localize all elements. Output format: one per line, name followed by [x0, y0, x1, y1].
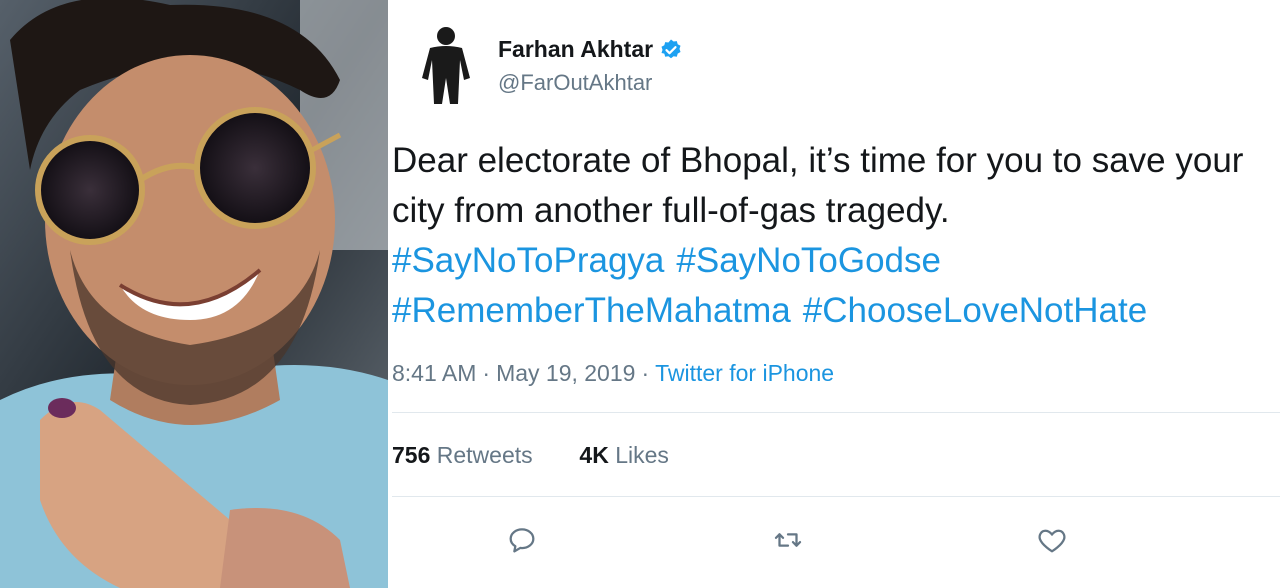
- tweet-date[interactable]: May 19, 2019: [496, 360, 635, 386]
- tweet-meta: 8:41 AM · May 19, 2019 · Twitter for iPhone: [392, 360, 835, 386]
- retweet-button[interactable]: [768, 520, 808, 560]
- heart-icon: [1038, 529, 1066, 553]
- tweet-stats: 756 Retweets 4K Likes: [392, 442, 669, 469]
- tweet-source-link[interactable]: Twitter for iPhone: [655, 360, 834, 386]
- person-photo-illustration: [0, 0, 388, 588]
- hashtag-link[interactable]: #RememberTheMahatma: [392, 291, 791, 330]
- author-name[interactable]: Farhan Akhtar: [498, 36, 653, 63]
- divider: [392, 496, 1280, 497]
- divider: [392, 412, 1280, 413]
- reply-button[interactable]: [502, 520, 542, 560]
- author-handle[interactable]: @FarOutAkhtar: [498, 70, 652, 96]
- author-avatar[interactable]: [400, 18, 492, 110]
- reply-icon: [509, 528, 535, 553]
- tweet-actions: [392, 520, 1280, 564]
- tweet-hashtags: #SayNoToPragya #SayNoToGodse #RememberThe…: [392, 236, 1280, 336]
- hashtag-link[interactable]: #ChooseLoveNotHate: [803, 291, 1147, 330]
- retweets-stat[interactable]: 756 Retweets: [392, 442, 533, 468]
- likes-label: Likes: [615, 442, 669, 468]
- tweet-text-line: Dear electorate of Bhopal, it’s time for…: [392, 141, 1244, 180]
- like-button[interactable]: [1032, 520, 1072, 560]
- likes-count: 4K: [579, 442, 609, 468]
- tweet-text-line: city from another full-of-gas tragedy.: [392, 191, 950, 230]
- tweet-text: Dear electorate of Bhopal, it’s time for…: [392, 136, 1280, 236]
- likes-stat[interactable]: 4K Likes: [579, 442, 669, 468]
- hashtag-link[interactable]: #SayNoToGodse: [676, 241, 941, 280]
- retweet-icon: [774, 533, 802, 547]
- tweet-card: Farhan Akhtar @FarOutAkhtar Dear elector…: [392, 0, 1280, 588]
- profile-photo: [0, 0, 388, 588]
- retweets-label: Retweets: [436, 442, 533, 468]
- hashtag-link[interactable]: #SayNoToPragya: [392, 241, 664, 280]
- retweets-count: 756: [392, 442, 431, 468]
- verified-badge-icon: [659, 38, 683, 62]
- tweet-time[interactable]: 8:41 AM: [392, 360, 476, 386]
- avatar-figure-icon: [400, 18, 492, 110]
